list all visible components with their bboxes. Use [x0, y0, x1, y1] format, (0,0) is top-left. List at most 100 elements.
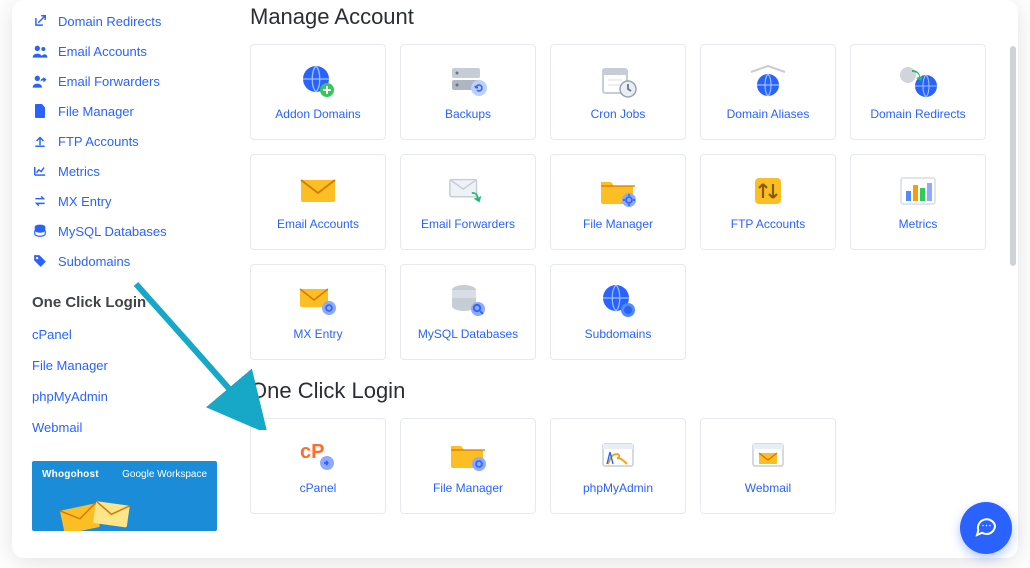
calendar-clock-icon	[597, 63, 639, 99]
card-mx-entry[interactable]: MX Entry	[250, 264, 386, 360]
sidebar-item-label: FTP Accounts	[58, 134, 139, 149]
card-cron-jobs[interactable]: Cron Jobs	[550, 44, 686, 140]
database-icon	[32, 223, 48, 239]
card-email-accounts[interactable]: Email Accounts	[250, 154, 386, 250]
phpmyadmin-icon	[597, 437, 639, 473]
database-search-icon	[447, 283, 489, 319]
users-share-icon	[32, 73, 48, 89]
card-label: phpMyAdmin	[583, 481, 653, 495]
card-label: MySQL Databases	[418, 327, 518, 341]
card-label: Email Forwarders	[421, 217, 515, 231]
envelope-icon	[297, 173, 339, 209]
sidebar-item-label: Subdomains	[58, 254, 130, 269]
one-click-login-grid: cP cPanel File Manager ph	[250, 418, 1000, 514]
card-label: Backups	[445, 107, 491, 121]
card-backups[interactable]: Backups	[400, 44, 536, 140]
promo-banner[interactable]: Whogohost Google Workspace	[32, 461, 217, 531]
sidebar-login-phpmyadmin[interactable]: phpMyAdmin	[32, 381, 214, 412]
envelope-forward-icon	[447, 173, 489, 209]
bar-chart-icon	[897, 173, 939, 209]
sidebar-item-label: Domain Redirects	[58, 14, 161, 29]
sidebar-item-file-manager[interactable]: File Manager	[32, 96, 214, 126]
card-label: cPanel	[300, 481, 337, 495]
card-label: Addon Domains	[275, 107, 360, 121]
card-phpmyadmin[interactable]: phpMyAdmin	[550, 418, 686, 514]
globe-alias-icon	[747, 63, 789, 99]
sidebar-item-mx-entry[interactable]: MX Entry	[32, 186, 214, 216]
sidebar: Domain Redirects Email Accounts Email Fo…	[12, 0, 222, 558]
card-addon-domains[interactable]: Addon Domains	[250, 44, 386, 140]
card-ftp-accounts[interactable]: FTP Accounts	[700, 154, 836, 250]
card-email-forwarders[interactable]: Email Forwarders	[400, 154, 536, 250]
card-domain-redirects[interactable]: Domain Redirects	[850, 44, 986, 140]
promo-brand-left: Whogohost	[42, 469, 99, 480]
users-icon	[32, 43, 48, 59]
scrollbar-thumb[interactable]	[1010, 46, 1016, 266]
card-label: File Manager	[433, 481, 503, 495]
card-label: FTP Accounts	[731, 217, 805, 231]
upload-icon	[32, 133, 48, 149]
sidebar-item-label: MX Entry	[58, 194, 111, 209]
sidebar-item-subdomains[interactable]: Subdomains	[32, 246, 214, 276]
sidebar-item-domain-redirects[interactable]: Domain Redirects	[32, 6, 214, 36]
sidebar-item-label: cPanel	[32, 327, 72, 342]
envelope-gear-icon	[297, 283, 339, 319]
sidebar-item-mysql-databases[interactable]: MySQL Databases	[32, 216, 214, 246]
globe-add-icon	[297, 63, 339, 99]
sidebar-item-label: MySQL Databases	[58, 224, 167, 239]
ftp-icon	[747, 173, 789, 209]
card-label: File Manager	[583, 217, 653, 231]
folder-gear-icon	[447, 437, 489, 473]
sidebar-item-label: phpMyAdmin	[32, 389, 108, 404]
section-title-manage-account: Manage Account	[250, 4, 1000, 30]
card-file-manager[interactable]: File Manager	[550, 154, 686, 250]
card-subdomains[interactable]: Subdomains	[550, 264, 686, 360]
sidebar-item-label: File Manager	[32, 358, 108, 373]
sidebar-item-ftp-accounts[interactable]: FTP Accounts	[32, 126, 214, 156]
folder-gear-icon	[597, 173, 639, 209]
sidebar-item-label: Webmail	[32, 420, 82, 435]
card-login-file-manager[interactable]: File Manager	[400, 418, 536, 514]
card-webmail[interactable]: Webmail	[700, 418, 836, 514]
server-refresh-icon	[447, 63, 489, 99]
sidebar-item-label: File Manager	[58, 104, 134, 119]
sidebar-login-cpanel[interactable]: cPanel	[32, 319, 214, 350]
sidebar-login-filemanager[interactable]: File Manager	[32, 350, 214, 381]
card-metrics[interactable]: Metrics	[850, 154, 986, 250]
card-label: Domain Redirects	[870, 107, 965, 121]
card-cpanel[interactable]: cP cPanel	[250, 418, 386, 514]
sidebar-item-label: Email Accounts	[58, 44, 147, 59]
chat-icon	[974, 514, 998, 543]
section-title-one-click-login: One Click Login	[250, 378, 1000, 404]
card-label: MX Entry	[293, 327, 342, 341]
sidebar-item-email-forwarders[interactable]: Email Forwarders	[32, 66, 214, 96]
manage-account-grid: Addon Domains Backups Cron Jobs	[250, 44, 1000, 360]
card-label: Email Accounts	[277, 217, 359, 231]
card-label: Subdomains	[585, 327, 652, 341]
sidebar-login-webmail[interactable]: Webmail	[32, 412, 214, 443]
promo-envelopes-icon	[54, 489, 134, 531]
redirect-icon	[32, 13, 48, 29]
sidebar-item-label: Email Forwarders	[58, 74, 160, 89]
svg-text:cP: cP	[300, 441, 324, 463]
sidebar-heading-one-click-login: One Click Login	[32, 294, 214, 311]
card-label: Metrics	[899, 217, 938, 231]
globe-redirect-icon	[897, 63, 939, 99]
promo-brand-right: Google Workspace	[122, 469, 207, 480]
chat-fab[interactable]	[960, 502, 1012, 554]
main-content: Manage Account Addon Domains Backups	[222, 0, 1018, 558]
app-panel: Domain Redirects Email Accounts Email Fo…	[12, 0, 1018, 558]
scrollbar-track[interactable]	[1010, 6, 1016, 542]
card-domain-aliases[interactable]: Domain Aliases	[700, 44, 836, 140]
sidebar-item-metrics[interactable]: Metrics	[32, 156, 214, 186]
tag-icon	[32, 253, 48, 269]
card-label: Cron Jobs	[591, 107, 646, 121]
card-label: Domain Aliases	[727, 107, 810, 121]
card-label: Webmail	[745, 481, 791, 495]
card-mysql-databases[interactable]: MySQL Databases	[400, 264, 536, 360]
globe-sub-icon	[597, 283, 639, 319]
sidebar-item-label: Metrics	[58, 164, 100, 179]
sidebar-item-email-accounts[interactable]: Email Accounts	[32, 36, 214, 66]
chart-icon	[32, 163, 48, 179]
cpanel-icon: cP	[297, 437, 339, 473]
